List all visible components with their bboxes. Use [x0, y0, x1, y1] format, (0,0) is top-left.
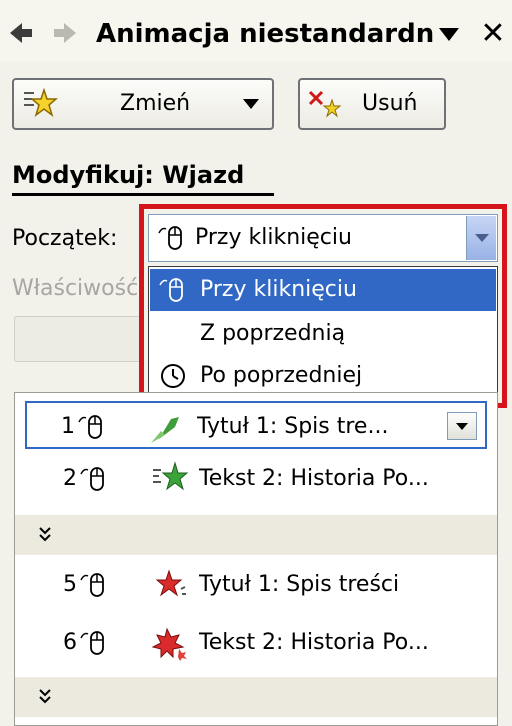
- effect-star-icon: [24, 88, 58, 117]
- option-with-previous[interactable]: Z poprzednią: [150, 313, 496, 355]
- green-star-effect-icon: [153, 461, 189, 491]
- fly-in-effect-icon: [151, 417, 179, 443]
- start-combobox-value: Przy kliknięciu: [195, 225, 352, 250]
- properties-label: Właściwość: [12, 276, 139, 301]
- list-item[interactable]: 2 Tekst 2: Historia Po...: [27, 455, 487, 503]
- option-label: Z poprzednią: [200, 321, 346, 346]
- pane-menu-dropdown-icon[interactable]: [438, 26, 460, 42]
- red-star-effect-icon: [155, 569, 186, 597]
- mouse-icon: [80, 631, 104, 655]
- item-label: Tekst 2: Historia Po...: [199, 630, 429, 655]
- item-label: Tytuł 1: Spis treści: [199, 572, 400, 597]
- back-arrow-icon[interactable]: [8, 20, 34, 46]
- expand-collapse-row[interactable]: [15, 677, 497, 717]
- mouse-icon: [158, 226, 182, 250]
- start-dropdown-list: Przy kliknięciu Z poprzednią Po poprzedn…: [148, 266, 498, 400]
- mouse-icon: [159, 278, 183, 302]
- item-number: 6: [63, 630, 77, 655]
- clock-icon: [161, 364, 185, 388]
- list-item[interactable]: 5 Tytuł 1: Spis treści: [27, 561, 487, 609]
- item-number: 1: [61, 414, 75, 439]
- option-after-previous[interactable]: Po poprzedniej: [150, 355, 496, 397]
- pane-title: Animacja niestandardn: [96, 19, 435, 49]
- option-on-click[interactable]: Przy kliknięciu: [150, 269, 496, 311]
- modify-heading: Modyfikuj: Wjazd: [12, 161, 245, 189]
- expand-collapse-row[interactable]: [15, 515, 497, 555]
- double-chevron-down-icon: [39, 689, 51, 704]
- property-button-disabled: [14, 316, 142, 362]
- red-burst-effect-icon: [151, 627, 187, 661]
- mouse-icon: [78, 415, 102, 439]
- forward-arrow-icon[interactable]: [52, 20, 78, 46]
- item-label: Tekst 2: Historia Po...: [199, 466, 429, 491]
- task-pane-header: Animacja niestandardn ✕: [0, 0, 512, 62]
- chevron-down-icon: [475, 234, 489, 242]
- change-effect-button[interactable]: Zmień: [12, 78, 274, 130]
- mouse-icon: [80, 467, 104, 491]
- change-button-label: Zmień: [120, 91, 191, 116]
- option-label: Przy kliknięciu: [200, 277, 357, 302]
- animation-list[interactable]: 1 Tytuł 1: Spis tre... 2 Tekst 2: Histor…: [14, 392, 498, 726]
- chevron-down-icon: [456, 423, 468, 430]
- section-divider: [12, 193, 274, 196]
- remove-effect-icon: [308, 90, 342, 118]
- list-item[interactable]: 6 Tekst 2: Historia Po...: [27, 619, 487, 667]
- start-combobox[interactable]: Przy kliknięciu: [148, 214, 498, 262]
- item-label: Tytuł 1: Spis tre...: [197, 414, 389, 439]
- item-number: 5: [63, 572, 77, 597]
- start-combobox-arrow[interactable]: [466, 216, 496, 260]
- remove-effect-button[interactable]: Usuń: [298, 78, 446, 130]
- close-pane-button[interactable]: ✕: [478, 16, 508, 52]
- option-label: Po poprzedniej: [200, 363, 363, 388]
- item-number: 2: [63, 466, 77, 491]
- list-item[interactable]: 1 Tytuł 1: Spis tre...: [25, 401, 487, 449]
- start-label: Początek:: [12, 226, 118, 251]
- double-chevron-down-icon: [39, 527, 51, 542]
- remove-button-label: Usuń: [362, 91, 418, 116]
- mouse-icon: [80, 573, 104, 597]
- item-options-dropdown[interactable]: [447, 412, 477, 440]
- chevron-down-icon: [243, 99, 259, 109]
